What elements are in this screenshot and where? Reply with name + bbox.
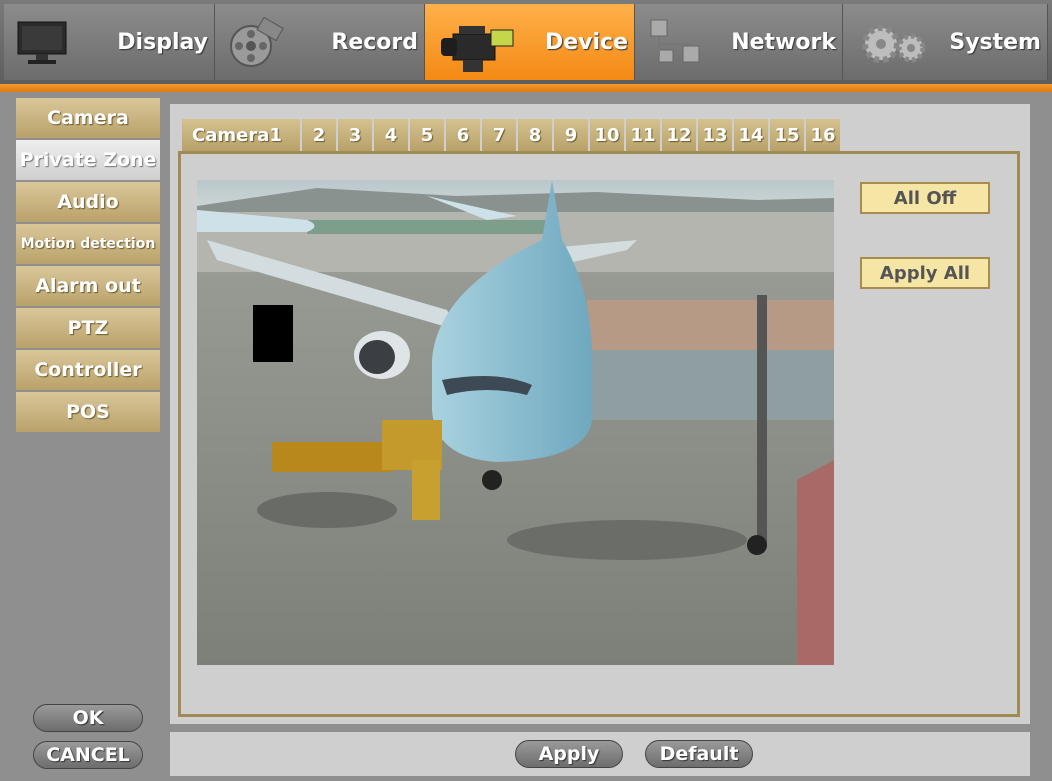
nav-tab-label: Display (117, 29, 208, 55)
sidebar-item-ptz[interactable]: PTZ (16, 308, 160, 348)
network-icon (647, 16, 707, 78)
tab-camera-15[interactable]: 15 (770, 119, 804, 151)
sidebar-item-label: Audio (57, 191, 119, 213)
sidebar-item-alarm-out[interactable]: Alarm out (16, 266, 160, 306)
sidebar-item-label: Motion detection (20, 236, 156, 252)
nav-tab-label: System (949, 29, 1041, 55)
sidebar-item-motion-detection[interactable]: Motion detection (16, 224, 160, 264)
tab-camera-4[interactable]: 4 (374, 119, 408, 151)
cancel-button[interactable]: CANCEL (33, 741, 143, 769)
ok-button[interactable]: OK (33, 704, 143, 732)
sidebar-item-label: Private Zone (19, 149, 157, 171)
sidebar-item-audio[interactable]: Audio (16, 182, 160, 222)
tab-camera-14[interactable]: 14 (734, 119, 768, 151)
nav-tab-network[interactable]: Network (635, 4, 843, 80)
nav-tab-label: Record (331, 29, 418, 55)
tab-camera-5[interactable]: 5 (410, 119, 444, 151)
tab-camera-11[interactable]: 11 (626, 119, 660, 151)
top-navigation: Display Record Device Network System (0, 0, 1052, 92)
tab-camera-10[interactable]: 10 (590, 119, 624, 151)
tab-camera-13[interactable]: 13 (698, 119, 732, 151)
tab-camera-3[interactable]: 3 (338, 119, 372, 151)
sidebar-item-label: POS (66, 401, 110, 423)
film-reel-icon (227, 16, 287, 76)
tab-camera-6[interactable]: 6 (446, 119, 480, 151)
nav-tab-device[interactable]: Device (425, 4, 635, 80)
nav-tab-label: Network (731, 29, 836, 55)
sidebar-item-camera[interactable]: Camera (16, 98, 160, 138)
sidebar-item-pos[interactable]: POS (16, 392, 160, 432)
nav-tab-label: Device (544, 29, 628, 55)
sidebar-item-private-zone[interactable]: Private Zone (16, 140, 160, 180)
tab-camera-16[interactable]: 16 (806, 119, 840, 151)
tab-camera-2[interactable]: 2 (302, 119, 336, 151)
tab-camera-8[interactable]: 8 (518, 119, 552, 151)
sidebar-item-label: Alarm out (35, 275, 141, 297)
apply-all-button[interactable]: Apply All (860, 257, 990, 289)
monitor-icon (16, 16, 70, 72)
nav-tab-record[interactable]: Record (215, 4, 425, 80)
private-zone-mask[interactable] (253, 305, 293, 362)
sidebar-item-label: Camera (47, 107, 129, 129)
gears-icon (855, 16, 935, 76)
tab-camera-7[interactable]: 7 (482, 119, 516, 151)
tab-camera-12[interactable]: 12 (662, 119, 696, 151)
all-off-button[interactable]: All Off (860, 182, 990, 214)
apply-button[interactable]: Apply (515, 740, 623, 768)
nav-accent-bar (0, 84, 1052, 92)
sidebar-item-label: Controller (34, 359, 142, 381)
side-menu: Camera Private Zone Audio Motion detecti… (16, 98, 160, 434)
camera-preview-image (197, 180, 834, 665)
sidebar-item-label: PTZ (67, 317, 109, 339)
tab-camera-9[interactable]: 9 (554, 119, 588, 151)
camera-preview[interactable] (197, 180, 834, 665)
default-button[interactable]: Default (645, 740, 753, 768)
nav-tab-system[interactable]: System (843, 4, 1048, 80)
tab-camera-1[interactable]: Camera1 (182, 119, 300, 151)
sidebar-item-controller[interactable]: Controller (16, 350, 160, 390)
nav-tab-display[interactable]: Display (4, 4, 215, 80)
camera-tab-strip: Camera1 2 3 4 5 6 7 8 9 10 11 12 13 14 1… (182, 119, 842, 151)
camcorder-icon (437, 16, 521, 80)
